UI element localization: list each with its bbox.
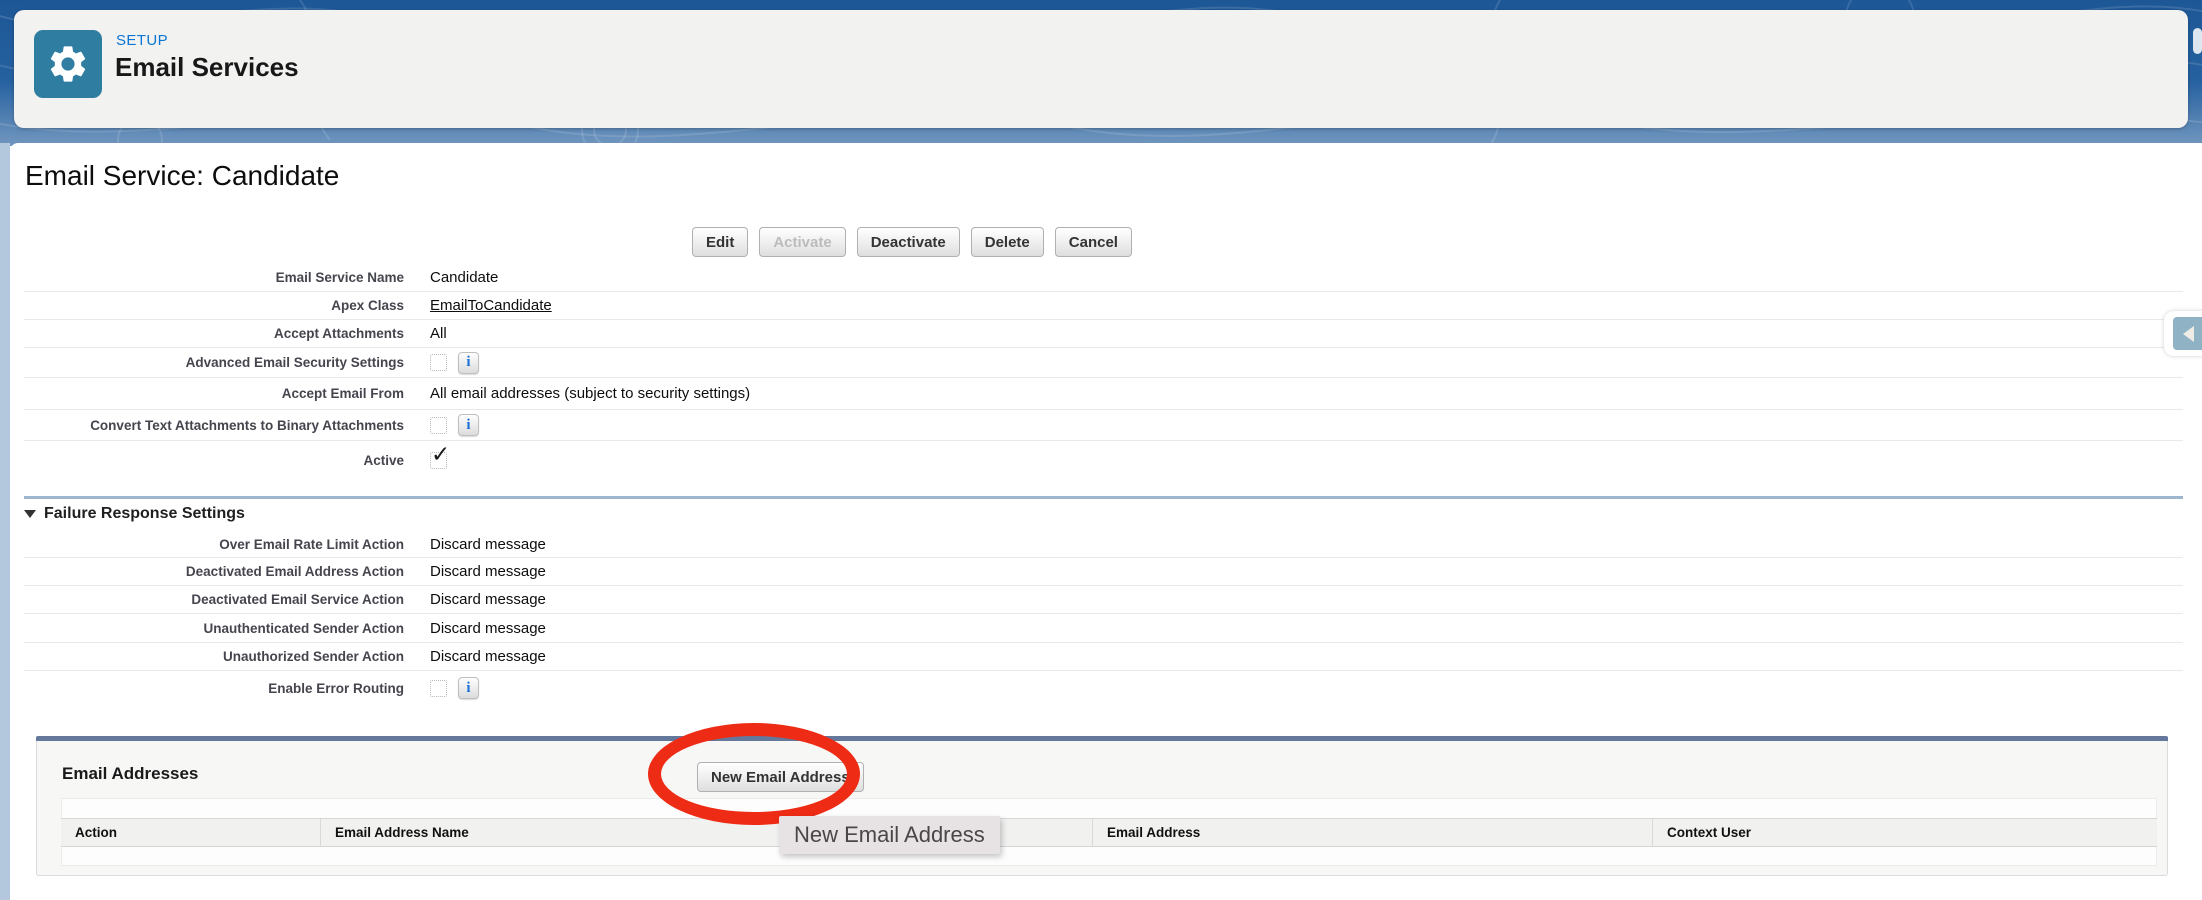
scrollbar-thumb[interactable]: [2193, 28, 2202, 54]
field-row-over-email-rate: Over Email Rate Limit Action Discard mes…: [24, 531, 2183, 558]
setup-banner: SETUP Email Services: [0, 0, 2202, 146]
field-label: Accept Email From: [24, 386, 404, 401]
section-title: Failure Response Settings: [44, 505, 245, 523]
field-label: Over Email Rate Limit Action: [24, 537, 404, 552]
field-row-deactivated-address: Deactivated Email Address Action Discard…: [24, 558, 2183, 586]
checkmark-icon: ✓: [431, 443, 450, 466]
setup-page-title: Email Services: [115, 52, 299, 83]
field-label: Unauthenticated Sender Action: [24, 621, 404, 636]
column-header-email-address: Email Address: [1093, 819, 1653, 846]
field-label: Deactivated Email Address Action: [24, 564, 404, 579]
field-row-apex-class: Apex Class EmailToCandidate: [24, 292, 2183, 320]
field-row-active: Active ✓: [24, 441, 2183, 479]
setup-header-card: SETUP Email Services: [14, 10, 2188, 128]
chevron-left-icon: [2183, 326, 2194, 342]
field-row-enable-error-routing: Enable Error Routing i: [24, 671, 2183, 705]
field-label: Deactivated Email Service Action: [24, 592, 404, 607]
field-value: All: [430, 325, 447, 342]
email-addresses-related-list: Email Addresses New Email Address Action…: [36, 741, 2168, 876]
field-row-advanced-email-security: Advanced Email Security Settings i: [24, 348, 2183, 378]
checkbox-unchecked: [430, 680, 447, 697]
section-divider: [24, 496, 2183, 499]
field-value: Discard message: [430, 536, 546, 553]
setup-eyebrow: SETUP: [116, 32, 168, 49]
detail-section: Email Service Name Candidate Apex Class …: [24, 264, 2183, 479]
field-label: Advanced Email Security Settings: [24, 355, 404, 370]
field-row-accept-email-from: Accept Email From All email addresses (s…: [24, 378, 2183, 410]
field-label: Enable Error Routing: [24, 681, 404, 696]
field-label: Unauthorized Sender Action: [24, 649, 404, 664]
checkbox-unchecked: [430, 354, 447, 371]
cancel-button[interactable]: Cancel: [1055, 227, 1132, 257]
email-addresses-title: Email Addresses: [62, 764, 198, 784]
field-value: Discard message: [430, 591, 546, 608]
email-services-setup-page: SETUP Email Services Email Service: Cand…: [0, 0, 2202, 900]
field-label: Convert Text Attachments to Binary Attac…: [24, 418, 404, 433]
new-email-address-button[interactable]: New Email Address: [697, 762, 864, 792]
collapse-triangle-icon: [24, 510, 36, 518]
action-button-row: Edit Activate Deactivate Delete Cancel: [692, 227, 1132, 257]
field-label: Accept Attachments: [24, 326, 404, 341]
field-label: Active: [24, 453, 404, 468]
collapse-handle-background: [2173, 317, 2202, 350]
delete-button[interactable]: Delete: [971, 227, 1044, 257]
failure-settings-section: Over Email Rate Limit Action Discard mes…: [24, 531, 2183, 705]
deactivate-button[interactable]: Deactivate: [857, 227, 960, 257]
field-value: Discard message: [430, 620, 546, 637]
info-icon[interactable]: i: [458, 414, 479, 436]
field-row-email-service-name: Email Service Name Candidate: [24, 264, 2183, 292]
field-label: Email Service Name: [24, 270, 404, 285]
edit-button[interactable]: Edit: [692, 227, 748, 257]
field-value: Candidate: [430, 269, 498, 286]
apex-class-link[interactable]: EmailToCandidate: [430, 297, 552, 314]
field-row-unauthorized-sender: Unauthorized Sender Action Discard messa…: [24, 643, 2183, 671]
gear-icon: [46, 42, 90, 86]
related-list-accent-bar: [36, 736, 2168, 741]
activate-button[interactable]: Activate: [759, 227, 845, 257]
checkbox-unchecked: [430, 417, 447, 434]
info-icon[interactable]: i: [458, 352, 479, 374]
field-row-deactivated-service: Deactivated Email Service Action Discard…: [24, 586, 2183, 614]
info-icon[interactable]: i: [458, 677, 479, 699]
field-value: Discard message: [430, 563, 546, 580]
page-title: Email Service: Candidate: [25, 160, 339, 192]
field-value: All email addresses (subject to security…: [430, 385, 750, 402]
table-header-row: Action Email Address Name Email Address …: [61, 818, 2157, 847]
failure-response-settings-header[interactable]: Failure Response Settings: [24, 505, 245, 523]
side-panel-collapse-handle[interactable]: [2164, 311, 2202, 356]
field-row-accept-attachments: Accept Attachments All: [24, 320, 2183, 348]
setup-gear-tile: [34, 30, 102, 98]
field-label: Apex Class: [24, 298, 404, 313]
column-header-action: Action: [61, 819, 321, 846]
column-header-context-user: Context User: [1653, 819, 2157, 846]
left-edge-strip: [0, 143, 10, 900]
email-addresses-table: Action Email Address Name Email Address …: [61, 798, 2157, 866]
field-value: Discard message: [430, 648, 546, 665]
checkbox-checked: ✓: [430, 452, 447, 469]
annotation-tooltip: New Email Address: [779, 816, 1000, 854]
field-row-unauthenticated-sender: Unauthenticated Sender Action Discard me…: [24, 614, 2183, 643]
field-row-convert-text-attachments: Convert Text Attachments to Binary Attac…: [24, 410, 2183, 441]
